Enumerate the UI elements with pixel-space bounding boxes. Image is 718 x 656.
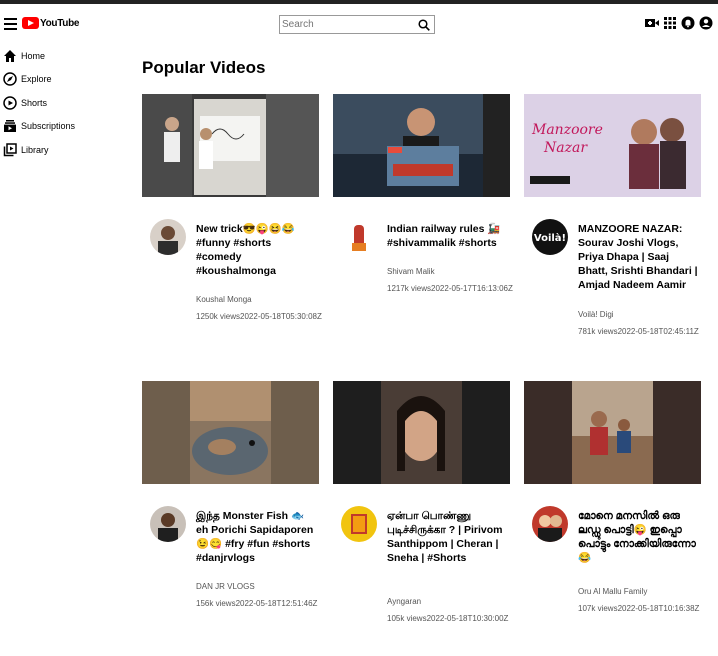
- sidebar-item-label: Home: [21, 50, 46, 61]
- sidebar-item-home[interactable]: Home: [0, 44, 130, 68]
- channel-avatar[interactable]: [150, 219, 186, 255]
- video-title[interactable]: MANZOORE NAZAR: Sourav Joshi Vlogs, Priy…: [578, 222, 698, 292]
- home-icon: [4, 49, 16, 62]
- video-title[interactable]: இந்த Monster Fish 🐟 eh Porichi Sapidapor…: [196, 509, 316, 565]
- channel-avatar[interactable]: [532, 506, 568, 542]
- video-card: മോനെ മനസിൽ ഒരു ലഡ്ഡു പൊട്ടി😜 ഇപ്പൊ പൊട്ട…: [524, 381, 702, 641]
- sidebar-item-label: Explore: [21, 74, 52, 85]
- create-video-icon[interactable]: [645, 16, 659, 30]
- view-count: 107k views: [578, 604, 618, 613]
- search-button[interactable]: [414, 16, 434, 33]
- upload-date: 2022-05-18T10:30:00Z: [426, 614, 509, 623]
- shorts-icon: [3, 96, 17, 110]
- channel-avatar[interactable]: Voilà!: [532, 219, 568, 255]
- sidebar-item-shorts[interactable]: Shorts: [0, 91, 130, 115]
- channel-name[interactable]: Koushal Monga: [196, 295, 252, 304]
- svg-text:Voilà!: Voilà!: [534, 232, 566, 244]
- explore-icon: [3, 72, 17, 86]
- channel-name[interactable]: Oru Al Mallu Family: [578, 587, 647, 596]
- video-title[interactable]: ஏன்பா பொண்ணு புடிச்சிருக்கா ? | Pirivom …: [387, 509, 507, 565]
- video-meta: 1217k views2022-05-17T16:13:06Z: [387, 284, 517, 294]
- sidebar-item-library[interactable]: Library: [0, 138, 130, 162]
- video-card: ஏன்பா பொண்ணு புடிச்சிருக்கா ? | Pirivom …: [333, 381, 511, 641]
- video-thumbnail[interactable]: [333, 381, 510, 484]
- video-title[interactable]: മോനെ മനസിൽ ഒരു ലഡ്ഡു പൊട്ടി😜 ഇപ്പൊ പൊട്ട…: [578, 509, 698, 565]
- view-count: 1250k views: [196, 312, 241, 321]
- search-input[interactable]: [280, 16, 414, 33]
- upload-date: 2022-05-17T16:13:06Z: [431, 284, 513, 293]
- subscriptions-icon: [4, 120, 16, 133]
- notifications-icon[interactable]: [681, 16, 695, 30]
- apps-grid-icon[interactable]: [663, 16, 677, 30]
- view-count: 156k views: [196, 599, 236, 608]
- channel-avatar[interactable]: [341, 219, 377, 255]
- sidebar-item-label: Library: [21, 144, 49, 155]
- channel-name[interactable]: Shivam Malik: [387, 267, 435, 276]
- sidebar-item-label: Subscriptions: [21, 121, 76, 132]
- video-card: New trick😎😜😆😂 #funny #shorts #comedy #ko…: [142, 94, 322, 354]
- view-count: 1217k views: [387, 284, 432, 293]
- account-icon[interactable]: [699, 16, 713, 30]
- upload-date: 2022-05-18T10:16:38Z: [617, 604, 700, 613]
- search-icon: [418, 18, 430, 31]
- channel-name[interactable]: Voilà! Digi: [578, 310, 614, 319]
- search-box: [279, 15, 435, 34]
- video-thumbnail[interactable]: [142, 94, 319, 197]
- video-meta: 107k views2022-05-18T10:16:38Z: [578, 604, 708, 614]
- video-title[interactable]: Indian railway rules 🚂 #shivammalik #sho…: [387, 222, 507, 250]
- upload-date: 2022-05-18T02:45:11Z: [617, 327, 699, 336]
- view-count: 781k views: [578, 327, 618, 336]
- channel-avatar[interactable]: [150, 506, 186, 542]
- svg-text:Nazar: Nazar: [543, 140, 588, 156]
- sidebar-item-label: Shorts: [21, 97, 48, 108]
- sidebar-item-explore[interactable]: Explore: [0, 68, 130, 92]
- video-thumbnail[interactable]: [333, 94, 510, 197]
- upload-date: 2022-05-18T05:30:08Z: [240, 312, 322, 321]
- youtube-play-icon: [22, 17, 39, 29]
- sidebar-item-subscriptions[interactable]: Subscriptions: [0, 115, 130, 139]
- library-icon: [3, 143, 17, 156]
- sidebar: Home Explore Shorts Subscriptions Librar…: [0, 44, 130, 162]
- channel-avatar[interactable]: [341, 506, 377, 542]
- video-title[interactable]: New trick😎😜😆😂 #funny #shorts #comedy #ko…: [196, 222, 316, 278]
- video-card: இந்த Monster Fish 🐟 eh Porichi Sapidapor…: [142, 381, 320, 641]
- video-card: Manzoore Nazar Voilà! MANZOORE NAZAR: Sou…: [524, 94, 702, 354]
- video-meta: 1250k views2022-05-18T05:30:08Z: [196, 312, 326, 322]
- youtube-logo[interactable]: YouTube: [22, 17, 80, 29]
- view-count: 105k views: [387, 614, 427, 623]
- video-meta: 781k views2022-05-18T02:45:11Z: [578, 327, 708, 337]
- svg-text:Manzoore: Manzoore: [531, 122, 603, 138]
- video-thumbnail[interactable]: [524, 381, 701, 484]
- video-thumbnail[interactable]: [142, 381, 319, 484]
- video-card: Indian railway rules 🚂 #shivammalik #sho…: [333, 94, 513, 354]
- video-meta: 156k views2022-05-18T12:51:46Z: [196, 599, 326, 609]
- channel-name[interactable]: Ayngaran: [387, 597, 421, 606]
- video-meta: 105k views2022-05-18T10:30:00Z: [387, 614, 517, 624]
- logo-text: YouTube: [40, 17, 80, 29]
- page-title: Popular Videos: [142, 58, 266, 77]
- header: YouTube: [0, 4, 718, 44]
- menu-icon[interactable]: [4, 18, 17, 30]
- upload-date: 2022-05-18T12:51:46Z: [235, 599, 318, 608]
- video-thumbnail[interactable]: Manzoore Nazar: [524, 94, 701, 197]
- channel-name[interactable]: DAN JR VLOGS: [196, 582, 255, 591]
